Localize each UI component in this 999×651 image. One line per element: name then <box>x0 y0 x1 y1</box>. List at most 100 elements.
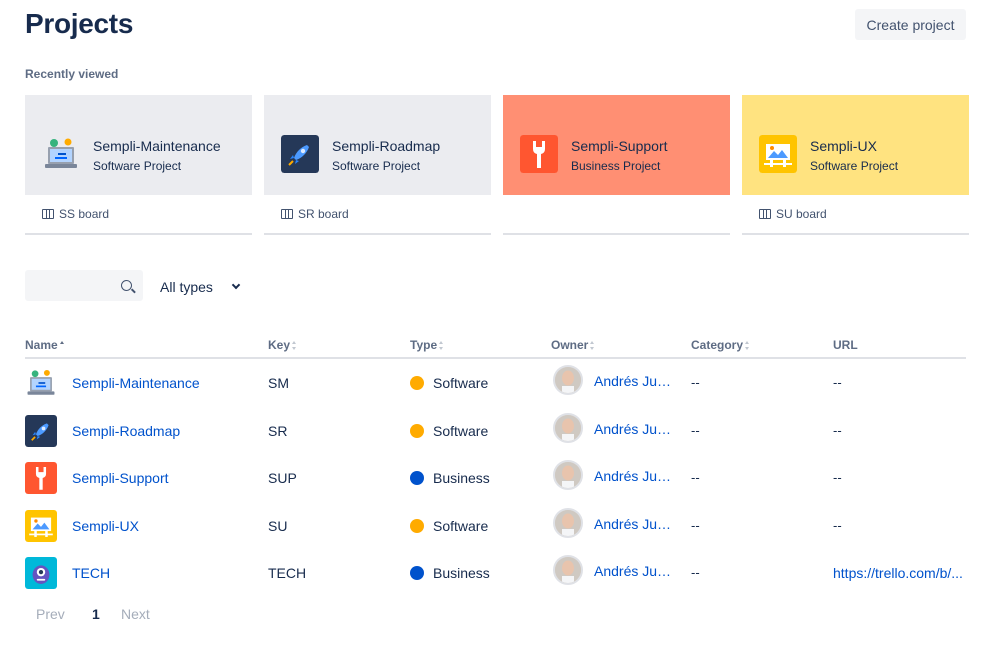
project-key: SU <box>268 517 288 534</box>
board-label[interactable]: SU board <box>776 207 827 221</box>
create-project-button[interactable]: Create project <box>855 9 966 40</box>
owner-link[interactable]: Andrés Julián <box>594 373 672 389</box>
avatar[interactable] <box>553 555 583 586</box>
column-header-owner[interactable]: Owner <box>551 338 595 352</box>
card-title[interactable]: Sempli-Maintenance <box>93 138 221 154</box>
rocket-avatar-icon[interactable] <box>25 414 57 447</box>
project-url-link[interactable]: https://trello.com/b/... <box>833 565 966 581</box>
table-row: Sempli-Maintenance SM Software Andrés Ju… <box>25 359 966 407</box>
recent-card-sempli-roadmap[interactable]: Sempli-Roadmap Software Project SR board <box>264 95 491 235</box>
project-category: -- <box>691 375 700 390</box>
wrench-avatar-icon <box>520 135 558 173</box>
column-header-url: URL <box>833 338 858 352</box>
column-header-category[interactable]: Category <box>691 338 750 352</box>
sort-icon[interactable] <box>439 341 444 350</box>
search-box[interactable] <box>25 270 143 301</box>
project-type: Business <box>433 470 490 487</box>
table-row: Sempli-Support SUP Business Andrés Juliá… <box>25 454 966 502</box>
card-subtitle: Software Project <box>332 159 421 173</box>
project-category: -- <box>691 517 700 533</box>
type-filter-dropdown[interactable]: All types <box>153 271 253 302</box>
type-filter-label[interactable]: All types <box>160 279 213 295</box>
owner-link[interactable]: Andrés Julián <box>594 421 672 437</box>
recently-viewed-label: Recently viewed <box>25 67 119 81</box>
table-row: TECH TECH Business Andrés Julián -- http… <box>25 549 966 597</box>
board-label[interactable]: SR board <box>298 207 349 221</box>
project-key: SR <box>268 422 288 439</box>
avatar[interactable] <box>553 460 583 491</box>
board-link[interactable]: SR board <box>264 195 491 233</box>
card-header[interactable]: Sempli-Roadmap Software Project <box>264 95 491 195</box>
maintenance-avatar-icon <box>42 135 80 173</box>
project-name-link[interactable]: Sempli-Roadmap <box>72 423 180 439</box>
avatar[interactable] <box>553 365 583 395</box>
card-subtitle: Business Project <box>571 159 661 173</box>
project-url: -- <box>833 470 842 486</box>
column-header-key[interactable]: Key <box>268 338 297 352</box>
sort-ascending-icon[interactable] <box>59 341 65 350</box>
card-subtitle: Software Project <box>93 159 182 173</box>
card-header[interactable]: Sempli-Support Business Project <box>503 95 730 195</box>
card-title[interactable]: Sempli-UX <box>810 138 877 154</box>
project-url: -- <box>833 422 842 438</box>
project-type: Software <box>433 422 489 439</box>
project-key: SM <box>268 375 289 391</box>
card-header[interactable]: Sempli-Maintenance Software Project <box>25 95 252 195</box>
search-input[interactable] <box>32 275 120 297</box>
owner-link[interactable]: Andrés Julián <box>594 563 672 579</box>
project-category: -- <box>691 565 700 581</box>
sort-icon[interactable] <box>745 341 750 350</box>
wrench-avatar-icon[interactable] <box>25 462 57 495</box>
column-header-name[interactable]: Name <box>25 338 65 352</box>
project-name-link[interactable]: Sempli-UX <box>72 518 139 534</box>
maintenance-avatar-icon[interactable] <box>25 367 57 399</box>
board-icon <box>759 209 771 219</box>
recent-card-sempli-ux[interactable]: Sempli-UX Software Project SU board <box>742 95 969 235</box>
card-title[interactable]: Sempli-Support <box>571 138 668 154</box>
rocket-avatar-icon <box>281 135 319 173</box>
project-name-link[interactable]: Sempli-Support <box>72 470 169 486</box>
board-icon <box>281 209 293 219</box>
sort-icon[interactable] <box>292 341 297 350</box>
project-type: Business <box>433 565 490 582</box>
projects-table: Name Key Type Owner Category URL Sempli-… <box>25 335 966 597</box>
software-type-icon <box>410 423 424 438</box>
software-type-icon <box>410 376 424 390</box>
current-page[interactable]: 1 <box>92 604 121 624</box>
table-row: Sempli-Roadmap SR Software Andrés Julián… <box>25 407 966 455</box>
column-header-type[interactable]: Type <box>410 338 444 352</box>
board-link <box>503 195 730 233</box>
card-subtitle: Software Project <box>810 159 899 173</box>
chevron-down-icon[interactable] <box>231 280 241 290</box>
project-type: Software <box>433 375 489 391</box>
ux-avatar-icon <box>759 135 797 173</box>
search-icon[interactable] <box>121 280 132 291</box>
avatar[interactable] <box>553 507 583 538</box>
recent-card-sempli-maintenance[interactable]: Sempli-Maintenance Software Project SS b… <box>25 95 252 235</box>
project-key: TECH <box>268 565 307 582</box>
avatar[interactable] <box>553 412 583 443</box>
ux-avatar-icon[interactable] <box>25 509 57 542</box>
next-page-button[interactable]: Next <box>121 604 150 624</box>
board-link[interactable]: SS board <box>25 195 252 233</box>
software-type-icon <box>410 518 424 533</box>
prev-page-button[interactable]: Prev <box>36 604 92 624</box>
page-title: Projects <box>25 8 134 39</box>
project-url: -- <box>833 375 842 390</box>
business-type-icon <box>410 566 424 581</box>
card-header[interactable]: Sempli-UX Software Project <box>742 95 969 195</box>
card-title[interactable]: Sempli-Roadmap <box>332 138 440 154</box>
sort-icon[interactable] <box>590 341 595 350</box>
monster-avatar-icon[interactable] <box>25 557 57 590</box>
board-icon <box>42 209 54 219</box>
project-name-link[interactable]: Sempli-Maintenance <box>72 375 200 391</box>
board-label[interactable]: SS board <box>59 207 109 221</box>
recent-card-sempli-support[interactable]: Sempli-Support Business Project <box>503 95 730 235</box>
project-name-link[interactable]: TECH <box>72 565 110 581</box>
owner-link[interactable]: Andrés Julián <box>594 468 672 484</box>
table-row: Sempli-UX SU Software Andrés Julián -- -… <box>25 502 966 550</box>
board-link[interactable]: SU board <box>742 195 969 233</box>
recent-projects: Sempli-Maintenance Software Project SS b… <box>25 95 969 235</box>
owner-link[interactable]: Andrés Julián <box>594 516 672 532</box>
project-category: -- <box>691 470 700 486</box>
